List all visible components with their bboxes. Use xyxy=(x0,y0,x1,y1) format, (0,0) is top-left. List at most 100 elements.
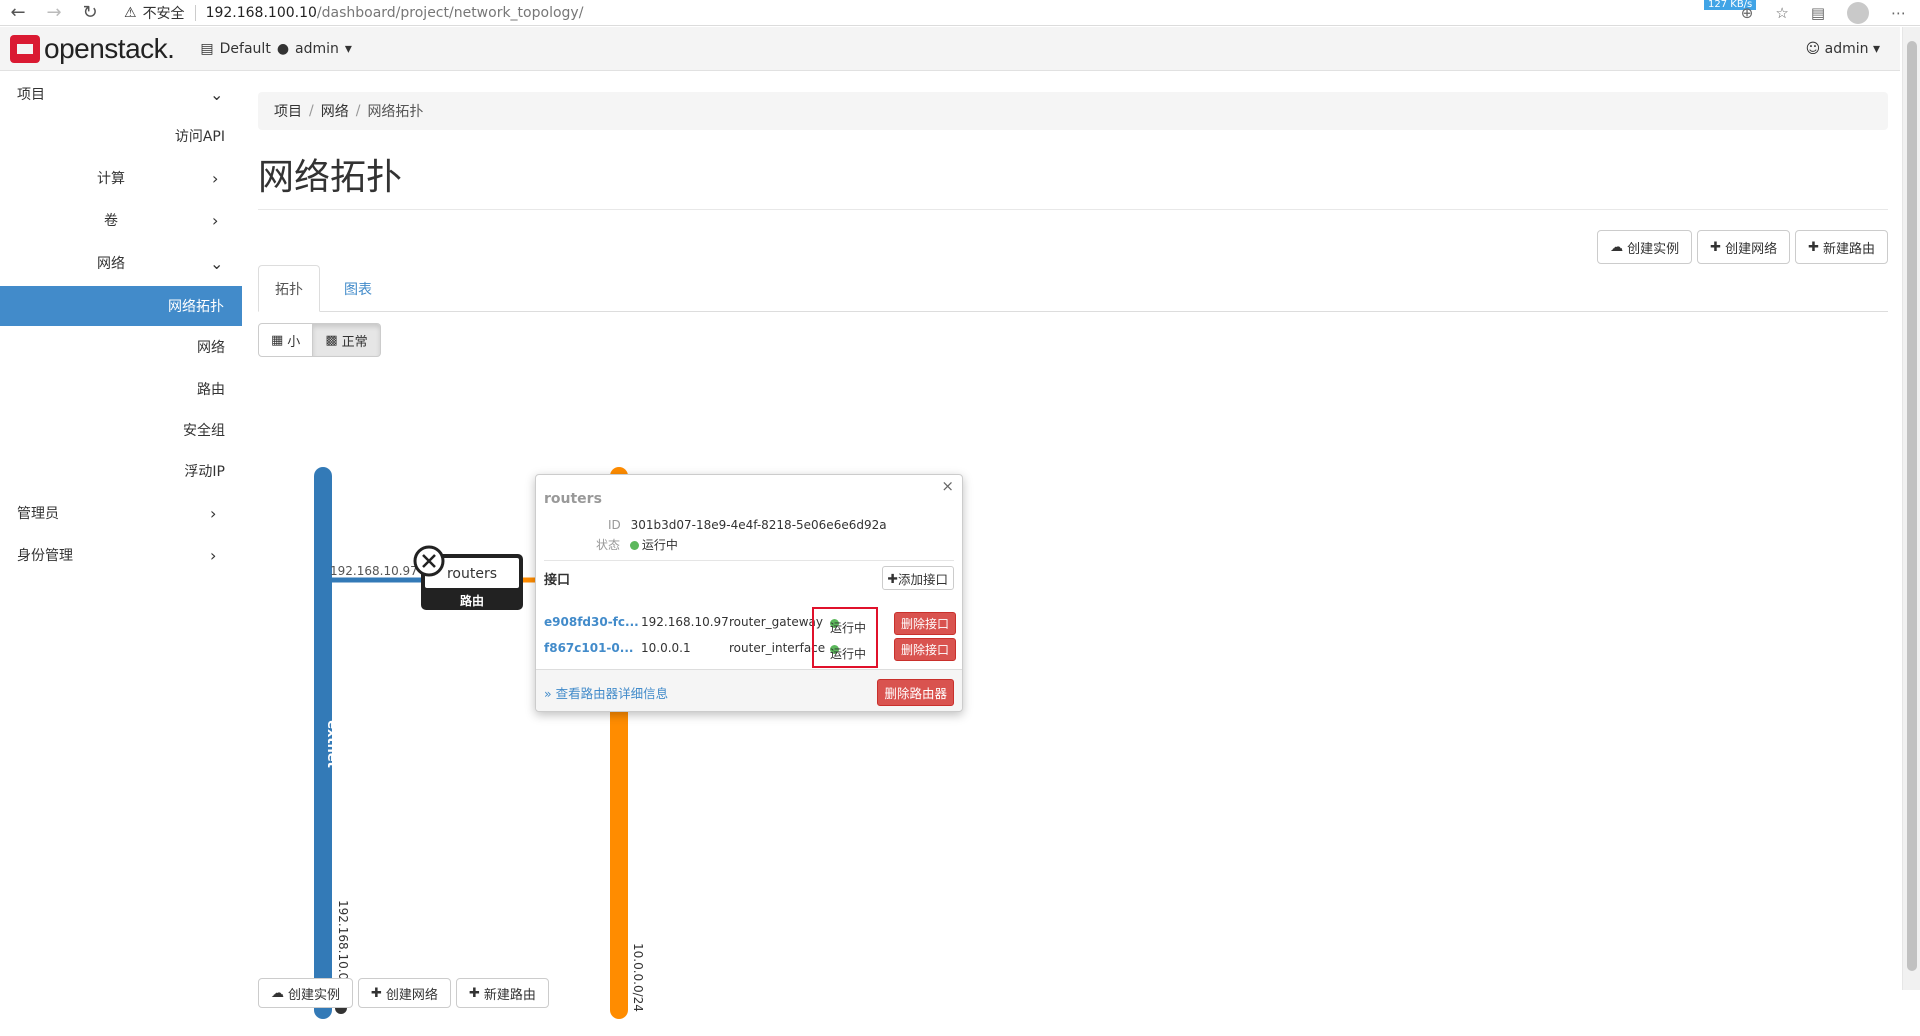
breadcrumb: 项目 / 网络 / 网络拓扑 xyxy=(258,92,1888,130)
popup-footer: » 查看路由器详细信息 删除路由器 xyxy=(536,669,962,711)
domain-icon: ▤ xyxy=(200,40,214,57)
address-bar[interactable]: 192.168.100.10/dashboard/project/network… xyxy=(206,5,584,21)
add-interface-button[interactable]: ✚ 添加接口 xyxy=(881,566,954,590)
cloud-upload-icon: ☁ xyxy=(1610,239,1624,255)
router-status-row: 状态 运行中 xyxy=(596,536,678,553)
reload-icon[interactable]: ↻ xyxy=(72,2,108,23)
sidebar: 项目 ⌄ 访问API 计算 › 卷 › 网络 ⌄ 网络拓扑 网络 路由 安全组 … xyxy=(0,72,242,990)
popup-divider xyxy=(544,560,954,561)
bottom-actions: ☁ 创建实例 ✚ 创建网络 ✚ 新建路由 xyxy=(258,978,549,1008)
sidebar-item-networks[interactable]: 网络 xyxy=(0,327,225,367)
breadcrumb-project[interactable]: 项目 xyxy=(274,101,302,121)
page-actions: ☁ 创建实例 ✚ 创建网络 ✚ 新建路由 xyxy=(1597,230,1888,264)
delete-router-button[interactable]: 删除路由器 xyxy=(877,679,954,706)
tab-topology[interactable]: 拓扑 xyxy=(258,265,320,312)
sidebar-item-project[interactable]: 项目 ⌄ xyxy=(17,74,227,114)
small-view-button[interactable]: ▦ 小 xyxy=(258,323,314,357)
scrollbar-thumb[interactable] xyxy=(1907,41,1917,971)
sidebar-item-admin[interactable]: 管理员 › xyxy=(17,493,227,533)
create-network-button-bottom[interactable]: ✚ 创建网络 xyxy=(358,978,451,1008)
gateway-ip-label: 192.168.10.97 xyxy=(330,564,418,578)
port-id-link[interactable]: f867c101-0... xyxy=(544,641,633,655)
port-row: e908fd30-fc... 192.168.10.97 router_gate… xyxy=(544,611,956,635)
create-router-button[interactable]: ✚ 新建路由 xyxy=(1795,230,1888,264)
highlight-annotation-box xyxy=(812,607,878,668)
status-dot-icon xyxy=(629,541,639,550)
browser-actions: ⊕ ☆ ▤ ⋯ xyxy=(1741,0,1906,26)
chevron-right-icon: › xyxy=(212,168,219,188)
chevron-right-icon: › xyxy=(210,503,217,523)
favorite-icon[interactable]: ☆ xyxy=(1775,4,1788,22)
breadcrumb-current: 网络拓扑 xyxy=(367,104,424,120)
sidebar-item-security-groups[interactable]: 安全组 xyxy=(0,410,225,450)
sidebar-item-network-topology[interactable]: 网络拓扑 xyxy=(0,286,242,326)
port-ip: 10.0.0.1 xyxy=(641,641,691,655)
top-navbar: openstack. ▤ Default ● admin ▾ ☺ admin ▾ xyxy=(0,27,1900,71)
caret-down-icon: ▾ xyxy=(344,40,352,57)
project-selector[interactable]: ▤ Default ● admin ▾ xyxy=(200,41,352,57)
cloud-upload-icon: ☁ xyxy=(271,985,284,1001)
normal-view-button[interactable]: ▩ 正常 xyxy=(313,323,381,357)
security-indicator[interactable]: ⚠ 不安全 xyxy=(124,3,185,23)
breadcrumb-separator: / xyxy=(309,103,314,119)
sidebar-item-routers[interactable]: 路由 xyxy=(0,369,225,409)
router-details-popup: × routers ID 301b3d07-18e9-4e4f-8218-5e0… xyxy=(535,474,963,712)
ports-section-title: 接口 xyxy=(544,573,571,588)
collections-icon[interactable]: ▤ xyxy=(1811,4,1825,22)
create-router-button-bottom[interactable]: ✚ 新建路由 xyxy=(455,978,549,1008)
browser-toolbar: ← → ↻ ⚠ 不安全 192.168.100.10/dashboard/pro… xyxy=(0,0,1920,26)
internal-network-cidr: 10.0.0.0/24 xyxy=(631,943,645,1012)
openstack-logo[interactable]: openstack. xyxy=(10,33,175,65)
chevron-right-icon: › xyxy=(212,210,219,230)
page-title: 网络拓扑 xyxy=(258,157,403,198)
tab-graph[interactable]: 图表 xyxy=(328,265,388,312)
topology-tabs: 拓扑 图表 xyxy=(258,265,1888,312)
create-instance-button-bottom[interactable]: ☁ 创建实例 xyxy=(258,978,354,1008)
page-scrollbar[interactable] xyxy=(1902,27,1920,990)
profile-avatar[interactable] xyxy=(1847,2,1869,24)
caret-down-icon: ▾ xyxy=(1872,40,1880,57)
router-id-label: ID xyxy=(608,518,621,532)
sidebar-item-identity[interactable]: 身份管理 › xyxy=(17,535,227,575)
port-owner: router_gateway xyxy=(729,615,823,629)
router-type-label: 路由 xyxy=(460,593,484,608)
breadcrumb-separator: / xyxy=(355,103,361,119)
create-network-button[interactable]: ✚ 创建网络 xyxy=(1697,230,1791,264)
view-size-toggle: ▦ 小 ▩ 正常 xyxy=(258,323,381,357)
create-instance-button[interactable]: ☁ 创建实例 xyxy=(1597,230,1693,264)
project-dot-icon: ● xyxy=(276,40,290,57)
sidebar-item-network[interactable]: 网络 ⌄ xyxy=(97,243,227,283)
sidebar-item-floating-ips[interactable]: 浮动IP xyxy=(0,451,225,491)
plus-icon: ✚ xyxy=(1808,239,1819,255)
breadcrumb-network[interactable]: 网络 xyxy=(321,101,349,121)
plus-icon: ✚ xyxy=(468,985,480,1001)
chevron-right-icon: › xyxy=(210,545,217,565)
delete-interface-button[interactable]: 删除接口 xyxy=(893,612,956,635)
chevron-down-icon: ⌄ xyxy=(210,84,224,104)
plus-icon: ✚ xyxy=(371,985,382,1001)
more-icon[interactable]: ⋯ xyxy=(1891,4,1906,22)
delete-interface-button[interactable]: 删除接口 xyxy=(893,638,956,661)
grid-small-icon: ▦ xyxy=(271,332,284,348)
external-network-name: extnet xyxy=(324,720,339,768)
topology-canvas: extnet 192.168.10.0/24 10.0.0.0/24 192.1… xyxy=(258,372,1888,1032)
back-icon[interactable]: ← xyxy=(0,2,36,23)
forward-icon[interactable]: → xyxy=(36,2,72,23)
router-status-value: 运行中 xyxy=(641,538,678,552)
chevron-down-icon: ⌄ xyxy=(210,253,224,273)
sidebar-item-volumes[interactable]: 卷 › xyxy=(104,200,227,240)
plus-icon: ✚ xyxy=(1710,239,1722,255)
router-details-link[interactable]: » 查看路由器详细信息 xyxy=(544,683,668,702)
router-node[interactable]: routers 路由 xyxy=(413,545,523,610)
sidebar-item-api-access[interactable]: 访问API xyxy=(0,116,225,156)
port-ip: 192.168.10.97 xyxy=(641,615,729,629)
zoom-icon[interactable]: ⊕ xyxy=(1741,4,1754,22)
close-icon[interactable]: × xyxy=(941,477,954,495)
port-id-link[interactable]: e908fd30-fc... xyxy=(544,615,639,629)
port-row: f867c101-0... 10.0.0.1 router_interface … xyxy=(544,637,956,661)
address-separator xyxy=(194,4,196,21)
plus-icon: ✚ xyxy=(887,570,898,586)
router-status-label: 状态 xyxy=(596,538,621,552)
sidebar-item-compute[interactable]: 计算 › xyxy=(97,158,227,198)
user-menu[interactable]: ☺ admin ▾ xyxy=(1806,41,1880,57)
